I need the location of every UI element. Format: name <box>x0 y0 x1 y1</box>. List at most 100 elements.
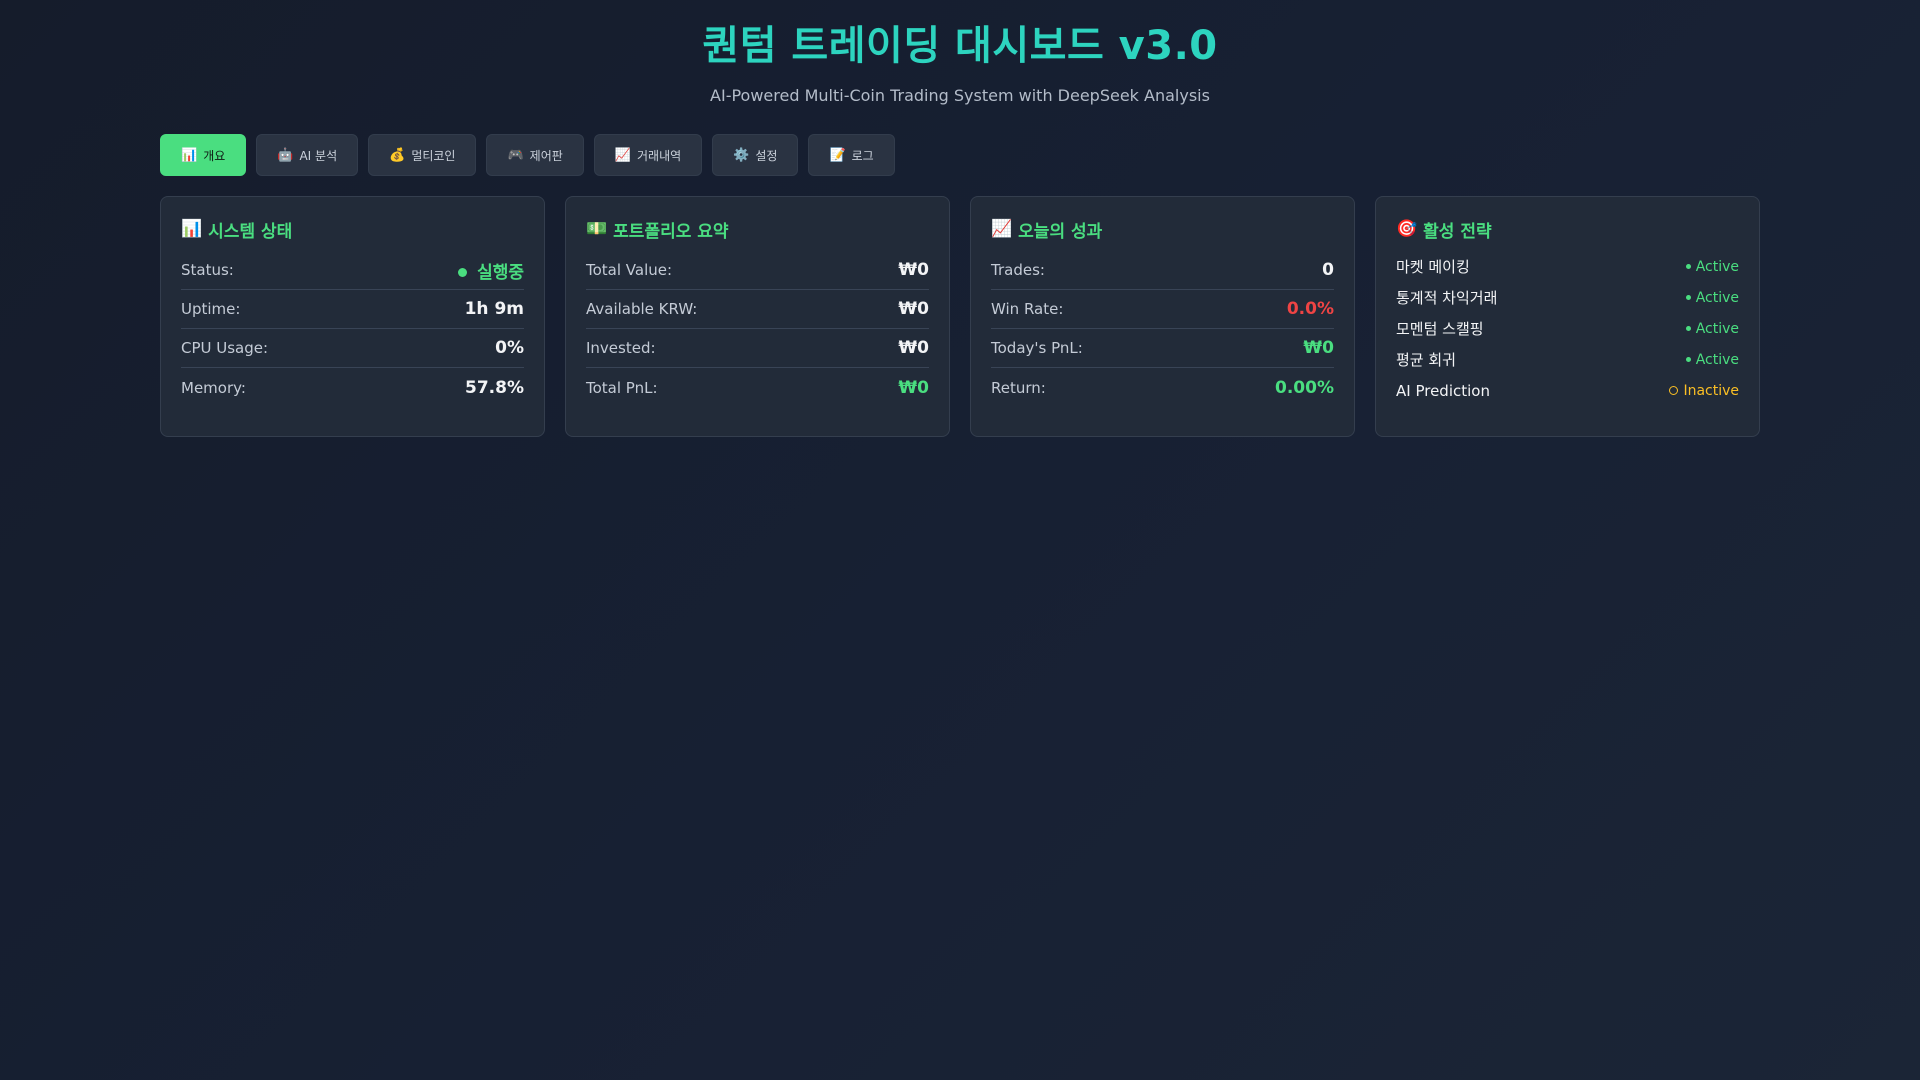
strategy-status: Active <box>1685 289 1739 306</box>
total-pnl-row: Total PnL: ₩0 <box>586 368 929 407</box>
page-header: 퀀텀 트레이딩 대시보드 v3.0 AI-Powered Multi-Coin … <box>0 0 1920 106</box>
row-label: Uptime: <box>181 300 241 318</box>
status-dot-icon <box>458 268 468 277</box>
page-subtitle: AI-Powered Multi-Coin Trading System wit… <box>710 86 1210 105</box>
card-title: 🎯 활성 전략 <box>1396 217 1739 242</box>
bar-chart-icon: 📊 <box>181 147 198 163</box>
tab-control-panel[interactable]: 🎮 제어판 <box>486 134 584 176</box>
available-krw-row: Available KRW: ₩0 <box>586 290 929 329</box>
strategy-status-text: Inactive <box>1683 382 1739 399</box>
strategy-name: 평균 회귀 <box>1396 351 1456 369</box>
strategy-item: 모멘텀 스캘핑 Active <box>1396 313 1739 344</box>
trades-value: 0 <box>1322 260 1334 280</box>
strategy-name: AI Prediction <box>1396 381 1490 400</box>
row-label: CPU Usage: <box>181 339 269 357</box>
invested-row: Invested: ₩0 <box>586 329 929 368</box>
page-title: 퀀텀 트레이딩 대시보드 v3.0 <box>702 23 1218 69</box>
win-rate-value: 0.0% <box>1286 299 1334 319</box>
card-title-text: 포트폴리오 요약 <box>613 221 729 242</box>
banknote-icon: 💵 <box>586 219 608 239</box>
strategy-item: 마켓 메이킹 Active <box>1396 251 1739 282</box>
row-label: Total Value: <box>586 261 673 279</box>
chart-up-icon: 📈 <box>614 147 631 163</box>
row-label: Memory: <box>181 378 246 397</box>
target-icon: 🎯 <box>1396 219 1418 239</box>
invested-value: ₩0 <box>898 338 929 358</box>
memo-icon: 📝 <box>829 147 846 163</box>
portfolio-summary-card: 💵 포트폴리오 요약 Total Value: ₩0 Available KRW… <box>565 196 950 437</box>
strategy-name: 통계적 차익거래 <box>1396 289 1498 307</box>
active-dot-icon <box>1685 264 1691 269</box>
strategy-item: 평균 회귀 Active <box>1396 344 1739 375</box>
tab-ai-analysis[interactable]: 🤖 AI 분석 <box>256 134 359 176</box>
chart-up-icon: 📈 <box>991 219 1013 239</box>
strategy-status: Active <box>1685 351 1739 368</box>
win-rate-row: Win Rate: 0.0% <box>991 290 1334 329</box>
system-status-card: 📊 시스템 상태 Status: 실행중 Uptime: 1h 9m CPU U… <box>160 196 545 437</box>
strategy-status-text: Active <box>1695 320 1739 337</box>
active-dot-icon <box>1685 295 1691 300</box>
card-title: 💵 포트폴리오 요약 <box>586 217 929 242</box>
available-krw-value: ₩0 <box>898 299 929 319</box>
today-performance-card: 📈 오늘의 성과 Trades: 0 Win Rate: 0.0% Today'… <box>970 196 1355 437</box>
tab-overview[interactable]: 📊 개요 <box>160 134 247 176</box>
memory-row: Memory: 57.8% <box>181 368 524 407</box>
inactive-circle-icon <box>1669 386 1679 395</box>
trades-row: Trades: 0 <box>991 251 1334 290</box>
total-value: ₩0 <box>898 260 929 280</box>
row-label: Invested: <box>586 339 656 357</box>
row-label: Trades: <box>991 261 1045 279</box>
tab-logs[interactable]: 📝 로그 <box>808 134 895 176</box>
cpu-value: 0% <box>495 338 524 358</box>
today-pnl-row: Today's PnL: ₩0 <box>991 329 1334 368</box>
active-dot-icon <box>1685 357 1691 362</box>
uptime-row: Uptime: 1h 9m <box>181 290 524 329</box>
return-value: 0.00% <box>1275 377 1334 398</box>
strategy-item: 통계적 차익거래 Active <box>1396 282 1739 313</box>
uptime-value: 1h 9m <box>464 299 524 319</box>
tab-label: 멀티코인 <box>411 148 456 163</box>
row-label: Return: <box>991 378 1046 397</box>
today-pnl-value: ₩0 <box>1303 338 1334 358</box>
tab-trade-history[interactable]: 📈 거래내역 <box>593 134 703 176</box>
tab-bar: 📊 개요 🤖 AI 분석 💰 멀티코인 🎮 제어판 📈 거래내역 ⚙️ 설정 📝… <box>160 134 895 176</box>
bar-chart-icon: 📊 <box>181 219 203 239</box>
tab-multicoin[interactable]: 💰 멀티코인 <box>368 134 477 176</box>
card-title-text: 활성 전략 <box>1423 221 1492 242</box>
card-title-text: 시스템 상태 <box>208 221 293 242</box>
tab-label: 거래내역 <box>636 148 682 163</box>
robot-icon: 🤖 <box>277 147 294 163</box>
memory-value: 57.8% <box>465 377 524 398</box>
strategy-item: AI Prediction Inactive <box>1396 375 1739 406</box>
strategy-name: 마켓 메이킹 <box>1396 258 1470 276</box>
strategy-status: Inactive <box>1669 383 1739 399</box>
row-label: Win Rate: <box>991 300 1064 318</box>
strategy-status-text: Active <box>1695 258 1739 275</box>
strategy-status-text: Active <box>1695 289 1739 306</box>
return-row: Return: 0.00% <box>991 368 1334 407</box>
tab-label: 제어판 <box>529 148 563 163</box>
card-title-text: 오늘의 성과 <box>1018 221 1103 242</box>
status-text: 실행중 <box>477 262 524 283</box>
strategy-status-text: Active <box>1695 351 1739 368</box>
card-title: 📈 오늘의 성과 <box>991 217 1334 242</box>
tab-settings[interactable]: ⚙️ 설정 <box>712 134 799 176</box>
gear-icon: ⚙️ <box>733 147 750 163</box>
status-row: Status: 실행중 <box>181 251 524 290</box>
strategy-status: Active <box>1685 258 1739 275</box>
card-title: 📊 시스템 상태 <box>181 217 524 242</box>
row-label: Today's PnL: <box>991 339 1083 357</box>
tab-label: 개요 <box>203 148 226 163</box>
cpu-row: CPU Usage: 0% <box>181 329 524 368</box>
active-strategies-card: 🎯 활성 전략 마켓 메이킹 Active 통계적 차익거래 Active 모멘… <box>1375 196 1760 437</box>
money-bag-icon: 💰 <box>389 147 406 163</box>
row-label: Total PnL: <box>586 378 658 397</box>
active-dot-icon <box>1685 326 1691 331</box>
gamepad-icon: 🎮 <box>507 147 524 163</box>
total-value-row: Total Value: ₩0 <box>586 251 929 290</box>
strategy-name: 모멘텀 스캘핑 <box>1396 320 1484 338</box>
total-pnl-value: ₩0 <box>898 377 929 398</box>
dashboard-cards: 📊 시스템 상태 Status: 실행중 Uptime: 1h 9m CPU U… <box>160 196 1760 437</box>
tab-label: 로그 <box>851 148 874 163</box>
tab-label: AI 분석 <box>299 148 338 163</box>
